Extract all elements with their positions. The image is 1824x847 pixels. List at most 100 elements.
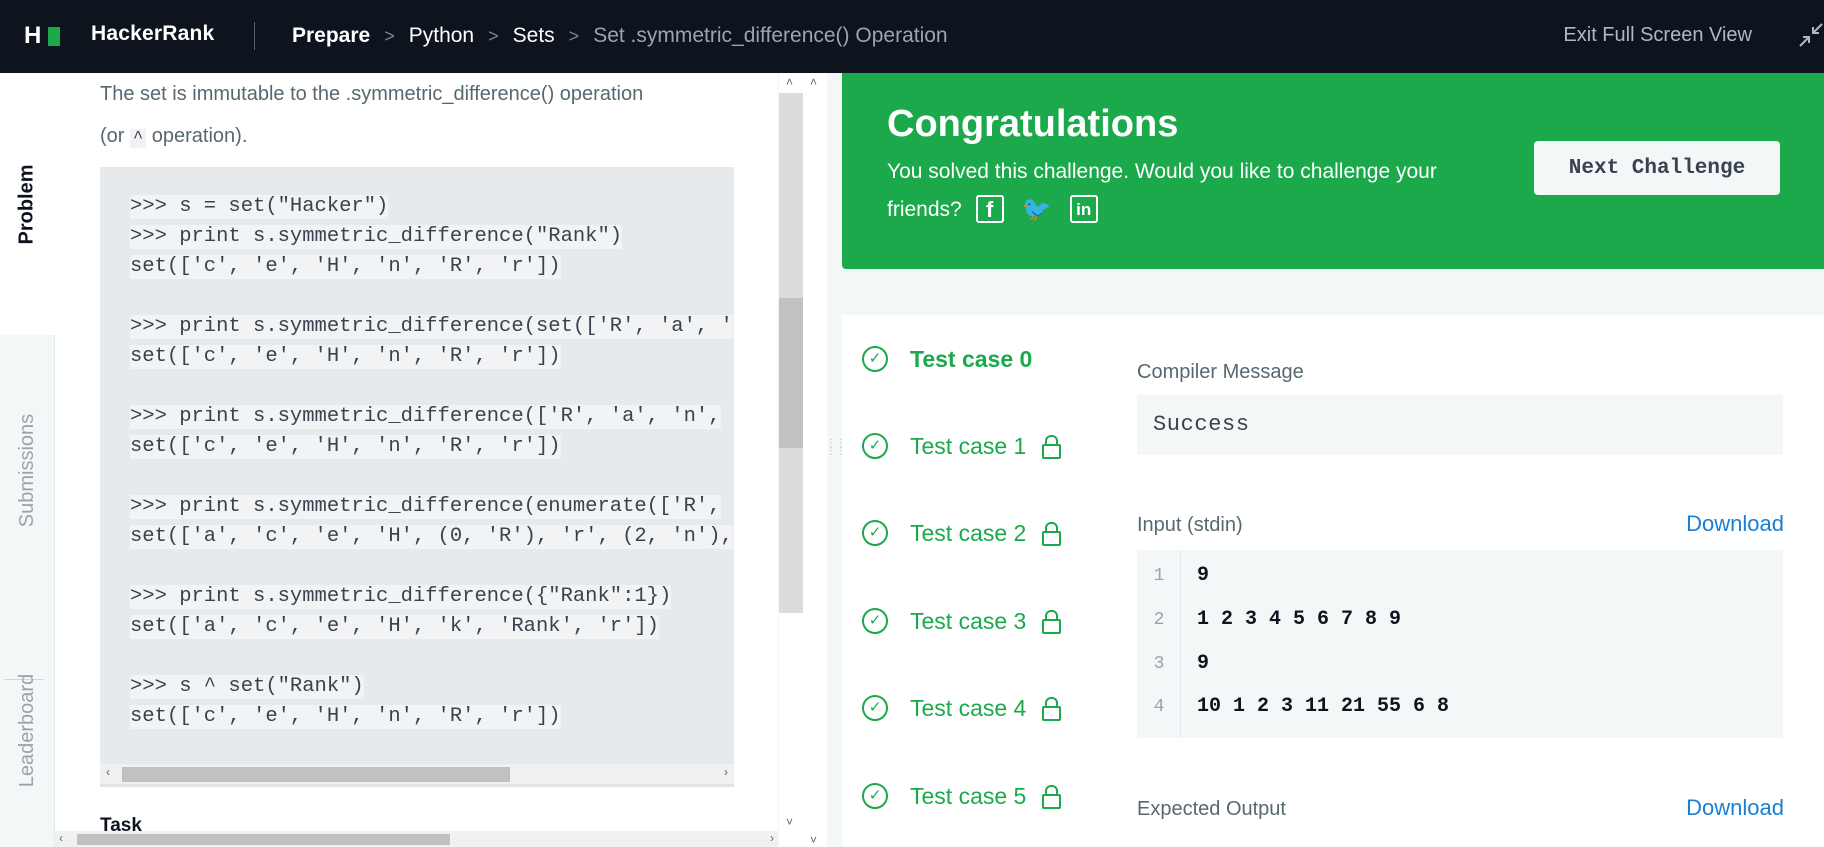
test-case-label: Test case 4 — [910, 694, 1027, 721]
breadcrumb-sets[interactable]: Sets — [513, 24, 555, 48]
resize-grip-icon[interactable]: ⋮⋮ ⋮⋮ — [826, 439, 846, 488]
code-line: set(['a', 'c', 'e', 'H', (0, 'R'), 'r', … — [130, 525, 733, 549]
breadcrumb-python[interactable]: Python — [409, 24, 474, 48]
check-circle-icon: ✓ — [862, 608, 888, 634]
minimize-icon[interactable] — [1798, 22, 1824, 50]
lock-icon — [1042, 610, 1062, 634]
tab-submissions-label: Submissions — [16, 413, 39, 527]
input-label: Input (stdin) — [1137, 514, 1243, 536]
twitter-icon[interactable]: 🐦 — [1022, 195, 1052, 225]
code-line: set(['c', 'e', 'H', 'n', 'R', 'r']) — [130, 255, 561, 279]
next-challenge-button[interactable]: Next Challenge — [1534, 141, 1780, 195]
test-case-label: Test case 2 — [910, 519, 1027, 546]
congratulations-banner: Congratulations You solved this challeng… — [842, 73, 1824, 269]
code-line: set(['c', 'e', 'H', 'n', 'R', 'r']) — [130, 345, 561, 369]
paragraph-text: (or — [100, 125, 130, 147]
expected-output-label: Expected Output — [1137, 798, 1286, 820]
exit-full-screen-link[interactable]: Exit Full Screen View — [1563, 24, 1752, 47]
code-example-block: >>> s = set("Hacker") >>> print s.symmet… — [100, 167, 734, 787]
scroll-right-icon[interactable]: › — [724, 765, 728, 779]
code-line: set(['a', 'c', 'e', 'H', 'k', 'Rank', 'r… — [130, 615, 659, 639]
code-line: >>> print s.symmetric_difference(enumera… — [130, 495, 721, 519]
tab-problem-label: Problem — [16, 163, 38, 245]
line-number: 1 — [1153, 566, 1165, 586]
input-box: 19 21 2 3 4 5 6 7 8 9 39 4 10 1 2 3 11 21… — [1137, 550, 1783, 738]
line-number: 2 — [1153, 610, 1165, 630]
chevron-right-icon: > — [568, 25, 580, 46]
paragraph-text: operation). — [146, 125, 248, 147]
code-line: >>> print s.symmetric_difference(set(['R… — [130, 315, 733, 339]
scrollbar-thumb[interactable] — [779, 298, 803, 448]
code-horizontal-scrollbar[interactable]: ‹ › — [100, 764, 734, 784]
input-line: 39 — [1137, 644, 1783, 684]
panel-vertical-scrollbar[interactable]: ˄ ˄ ˅ ˅ — [779, 73, 827, 847]
problem-statement-panel: The set is immutable to the .symmetric_d… — [55, 73, 778, 847]
chevron-right-icon: > — [384, 25, 395, 46]
check-circle-icon: ✓ — [862, 695, 888, 721]
tab-problem[interactable]: Problem — [0, 73, 55, 335]
code-line: >>> s ^ set("Rank") — [130, 675, 364, 699]
scroll-up-icon[interactable]: ˄ — [786, 75, 793, 89]
scroll-left-icon[interactable]: ‹ — [106, 765, 110, 779]
side-tab-strip: Problem Submissions Leaderboard — [0, 73, 55, 847]
download-expected-output-link[interactable]: Download — [1686, 795, 1784, 821]
input-line-text: 1 2 3 4 5 6 7 8 9 — [1197, 608, 1402, 631]
facebook-icon[interactable]: f — [975, 195, 1004, 224]
test-case-item[interactable]: ✓ Test case 1 — [862, 426, 1062, 466]
inline-code: ^ — [130, 129, 147, 148]
scroll-down-icon[interactable]: ˅ — [810, 833, 817, 847]
scroll-up-icon[interactable]: ˄ — [810, 75, 817, 89]
input-line-text: 9 — [1197, 652, 1210, 675]
chevron-right-icon: > — [488, 25, 499, 46]
breadcrumb-current-challenge: Set .symmetric_difference() Operation — [593, 24, 948, 47]
top-navigation-bar: H HackerRank Prepare > Python > Sets > S… — [0, 0, 1824, 73]
tab-leaderboard[interactable]: Leaderboard — [0, 613, 55, 847]
lock-icon — [1042, 785, 1062, 809]
banner-title: Congratulations — [887, 103, 1179, 145]
line-number: 3 — [1153, 654, 1165, 674]
brand-name[interactable]: HackerRank — [91, 22, 214, 46]
problem-paragraph: (or ^ operation). — [100, 115, 740, 160]
test-case-item[interactable]: ✓ Test case 5 — [862, 776, 1062, 816]
banner-message: You solved this challenge. Would you lik… — [887, 153, 1487, 229]
hackerrank-logo-icon[interactable]: H — [24, 24, 62, 48]
test-case-item[interactable]: ✓ Test case 0 — [862, 339, 1032, 379]
header-divider — [254, 22, 255, 50]
social-share-icons: f 🐦 in — [975, 195, 1098, 225]
check-circle-icon: ✓ — [862, 433, 888, 459]
lock-icon — [1042, 435, 1062, 459]
linkedin-icon[interactable]: in — [1069, 195, 1098, 224]
test-case-label: Test case 0 — [910, 345, 1033, 372]
tab-leaderboard-label: Leaderboard — [16, 673, 38, 787]
code-line: >>> print s.symmetric_difference(['R', '… — [130, 405, 721, 429]
code-line: >>> s = set("Hacker") — [130, 195, 389, 219]
test-case-label: Test case 1 — [910, 432, 1027, 459]
scroll-down-icon[interactable]: ˅ — [786, 815, 793, 829]
tab-submissions[interactable]: Submissions — [0, 335, 55, 605]
scroll-right-icon[interactable]: › — [770, 831, 774, 845]
line-number: 4 — [1153, 697, 1165, 717]
input-line: 4 10 1 2 3 11 21 55 6 8 — [1137, 687, 1783, 727]
check-circle-icon: ✓ — [862, 346, 888, 372]
input-line-text: 9 — [1197, 564, 1210, 587]
test-case-item[interactable]: ✓ Test case 4 — [862, 688, 1062, 728]
test-case-item[interactable]: ✓ Test case 3 — [862, 601, 1062, 641]
code-line: set(['c', 'e', 'H', 'n', 'R', 'r']) — [130, 705, 561, 729]
lock-icon — [1042, 697, 1062, 721]
scrollbar-thumb[interactable] — [122, 767, 510, 782]
check-circle-icon: ✓ — [862, 520, 888, 546]
test-case-label: Test case 3 — [910, 607, 1027, 634]
compiler-message-label: Compiler Message — [1137, 361, 1304, 383]
check-circle-icon: ✓ — [862, 783, 888, 809]
download-input-link[interactable]: Download — [1686, 511, 1784, 537]
test-case-label: Test case 5 — [910, 782, 1027, 809]
compiler-message-box: Success — [1137, 395, 1783, 455]
input-line-text: 10 1 2 3 11 21 55 6 8 — [1197, 695, 1450, 718]
input-line: 2 1 2 3 4 5 6 7 8 9 — [1137, 600, 1783, 640]
test-case-item[interactable]: ✓ Test case 2 — [862, 513, 1062, 553]
scrollbar-thumb[interactable] — [77, 834, 450, 845]
panel-horizontal-scrollbar[interactable]: ‹ › — [55, 831, 778, 847]
breadcrumb-prepare[interactable]: Prepare — [292, 24, 370, 48]
breadcrumb: Prepare > Python > Sets > Set .symmetric… — [292, 22, 948, 50]
scroll-left-icon[interactable]: ‹ — [59, 831, 63, 845]
